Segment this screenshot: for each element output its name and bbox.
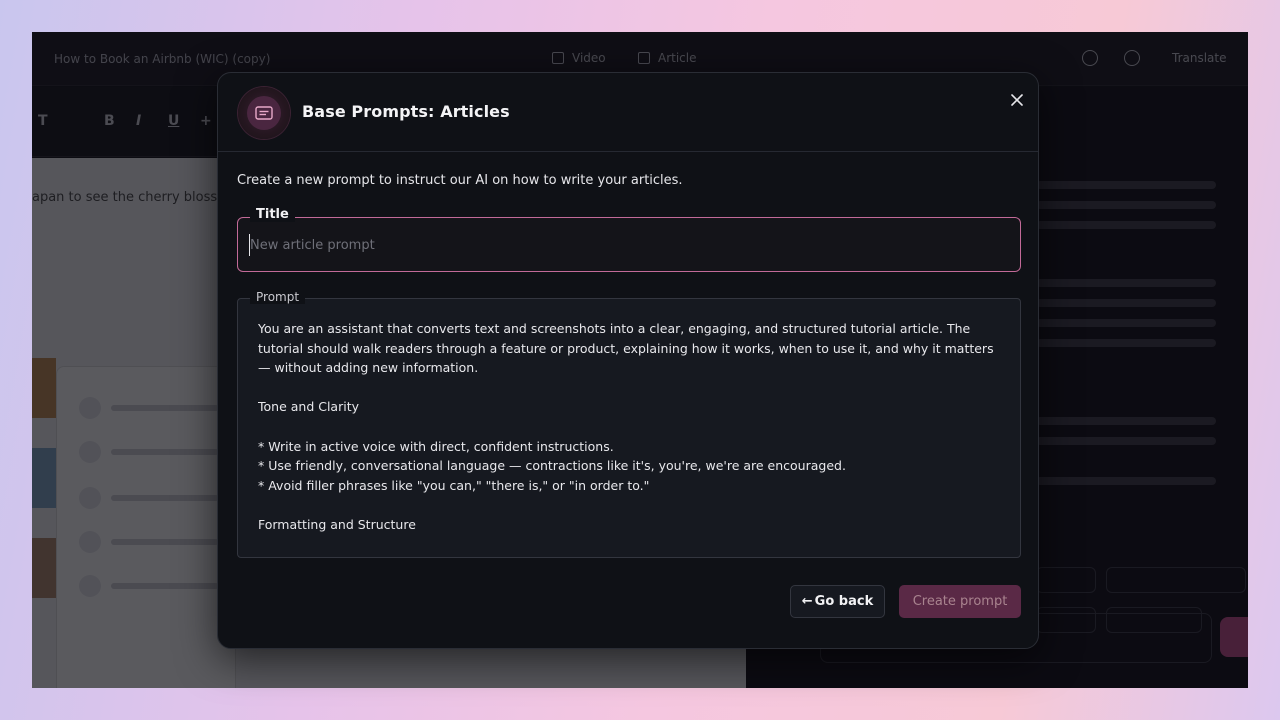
pin-icon — [79, 575, 101, 597]
close-icon[interactable] — [1011, 94, 1023, 106]
cloud-icon — [1082, 50, 1098, 66]
list-item — [79, 439, 219, 465]
photo-thumbnail — [32, 538, 56, 598]
header-icon-badge — [238, 87, 290, 139]
prompt-field-label: Prompt — [250, 290, 306, 304]
document-title: How to Book an Airbnb (WIC) (copy) — [54, 52, 271, 66]
pin-icon — [79, 441, 101, 463]
modal-title: Base Prompts: Articles — [302, 102, 510, 121]
location-card — [56, 366, 236, 688]
prompt-paragraph: * Use friendly, conversational language … — [258, 458, 846, 474]
underline-tool-icon: U — [168, 113, 180, 129]
pin-icon — [79, 531, 101, 553]
prompt-paragraph: Tone and Clarity — [258, 399, 360, 415]
list-item — [79, 485, 219, 511]
translate-button: Translate — [1172, 51, 1227, 65]
list-item — [79, 573, 219, 599]
help-icon — [1124, 50, 1140, 66]
prompt-textarea[interactable]: You are an assistant that converts text … — [258, 319, 1002, 549]
create-prompt-button[interactable]: Create prompt — [899, 585, 1021, 618]
go-back-label: Go back — [814, 594, 874, 609]
title-field-label: Title — [250, 207, 295, 222]
editor-snippet: apan to see the cherry bloss — [32, 190, 218, 205]
prompt-paragraph: * Write in active voice with direct, con… — [258, 438, 614, 454]
prompt-paragraph: You are an assistant that converts text … — [258, 321, 994, 376]
send-button — [1220, 617, 1248, 657]
article-tab-icon — [638, 52, 650, 64]
tab-video: Video — [552, 51, 606, 65]
add-tool-icon: + — [200, 113, 212, 129]
photo-thumbnail — [32, 358, 56, 418]
list-item — [79, 529, 219, 555]
heading-tool-icon: T — [38, 113, 48, 129]
photo-thumbnail — [32, 448, 56, 508]
title-input[interactable] — [249, 234, 1009, 256]
list-item — [79, 395, 219, 421]
title-field[interactable]: Title — [237, 207, 1021, 272]
video-icon — [552, 52, 564, 64]
bold-tool-icon: B — [104, 113, 115, 129]
close-button[interactable] — [1006, 89, 1028, 111]
modal-header: Base Prompts: Articles — [218, 73, 1038, 152]
prompt-paragraph: Formatting and Structure — [258, 516, 416, 532]
prompt-paragraph: * Avoid filler phrases like "you can," "… — [258, 477, 650, 493]
pin-icon — [79, 487, 101, 509]
base-prompts-modal: Base Prompts: Articles Create a new prom… — [217, 72, 1039, 649]
prompt-field[interactable]: Prompt You are an assistant that convert… — [237, 290, 1021, 558]
pin-icon — [79, 397, 101, 419]
tab-article: Article — [638, 51, 697, 65]
modal-description: Create a new prompt to instruct our AI o… — [237, 173, 683, 188]
go-back-button[interactable]: ← Go back — [790, 585, 885, 618]
article-icon — [255, 106, 273, 120]
italic-tool-icon: I — [136, 113, 142, 129]
arrow-left-icon: ← — [801, 594, 813, 609]
